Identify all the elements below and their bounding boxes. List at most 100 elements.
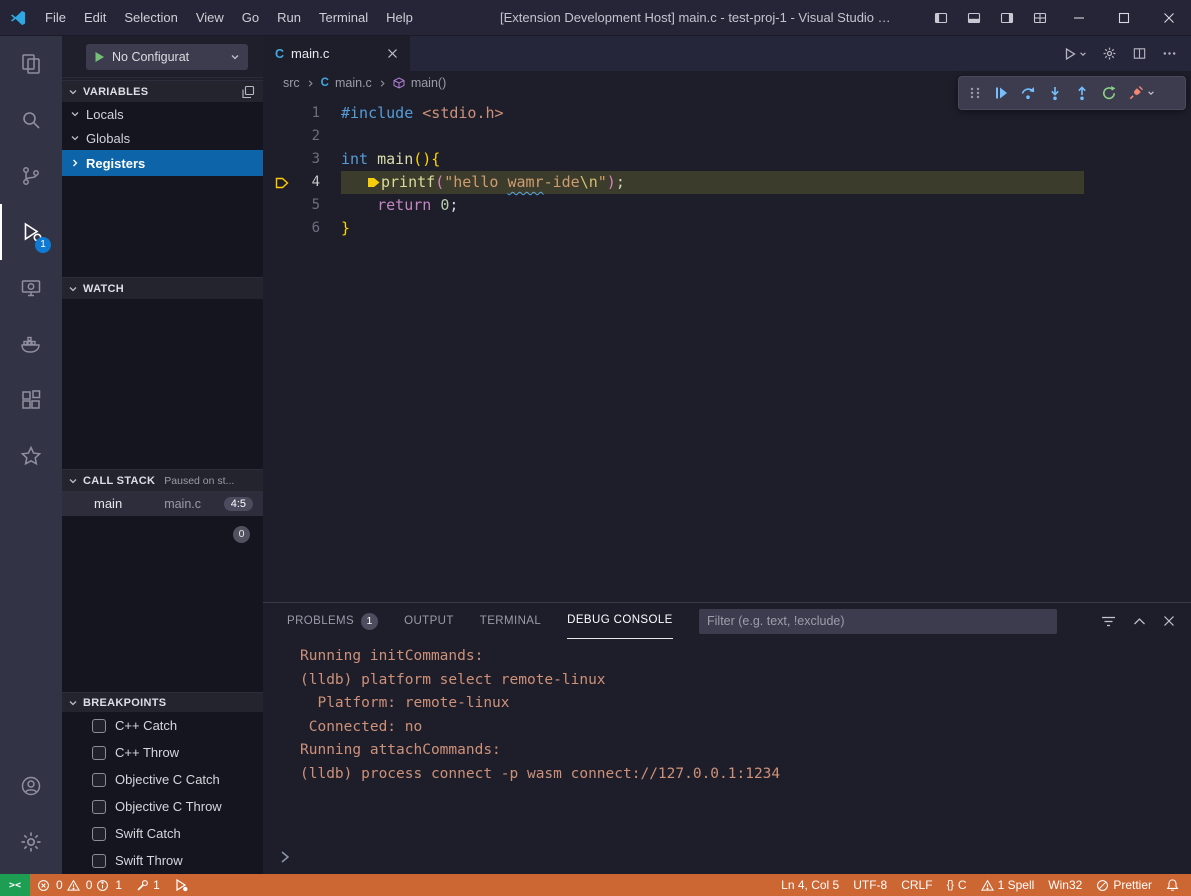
menu-edit[interactable]: Edit: [75, 0, 115, 35]
chevron-up-icon[interactable]: [1133, 617, 1146, 626]
sidebar-item-explorer[interactable]: [0, 36, 62, 92]
menu-file[interactable]: File: [36, 0, 75, 35]
breakpoint-item[interactable]: C++ Catch: [62, 712, 263, 739]
chevron-down-icon: [70, 133, 80, 143]
close-window-button[interactable]: [1146, 0, 1191, 36]
checkbox[interactable]: [92, 746, 106, 760]
watch-section-header[interactable]: WATCH: [62, 277, 263, 299]
frame-file: main.c: [164, 497, 201, 511]
formatter-status[interactable]: Prettier: [1089, 874, 1159, 896]
configure-button[interactable]: [1102, 46, 1117, 61]
callstack-frame-row[interactable]: main main.c 4:5: [62, 491, 263, 516]
sidebar-item-source-control[interactable]: [0, 148, 62, 204]
console-filter-input[interactable]: [699, 609, 1057, 634]
sidebar-item-extensions[interactable]: [0, 372, 62, 428]
menu-go[interactable]: Go: [233, 0, 268, 35]
sidebar-item-search[interactable]: [0, 92, 62, 148]
breakpoint-gutter[interactable]: [263, 125, 290, 148]
close-tab-icon[interactable]: [387, 48, 398, 59]
sidebar-item-run-and-debug[interactable]: 1: [0, 204, 62, 260]
tab-problems[interactable]: PROBLEMS 1: [287, 604, 378, 639]
remote-indicator[interactable]: ><: [0, 874, 30, 896]
checkbox[interactable]: [92, 854, 106, 868]
step-out-button[interactable]: [1074, 85, 1090, 101]
variables-scope-locals[interactable]: Locals: [62, 102, 263, 126]
filter-icon[interactable]: [1101, 615, 1116, 628]
tab-debug-console[interactable]: DEBUG CONSOLE: [567, 604, 673, 639]
checkbox[interactable]: [92, 719, 106, 733]
encoding-status[interactable]: UTF-8: [846, 874, 894, 896]
breadcrumb-folder[interactable]: src: [283, 76, 300, 90]
menu-help[interactable]: Help: [377, 0, 422, 35]
tab-terminal[interactable]: TERMINAL: [480, 604, 541, 639]
variables-section-header[interactable]: VARIABLES: [62, 80, 263, 102]
customize-layout-button[interactable]: [1023, 0, 1056, 36]
toggle-panel-button[interactable]: [957, 0, 990, 36]
console-input-prompt[interactable]: [279, 850, 291, 864]
notifications-button[interactable]: [1159, 874, 1191, 896]
checkbox[interactable]: [92, 773, 106, 787]
split-editor-button[interactable]: [1132, 46, 1147, 61]
minimize-button[interactable]: [1056, 0, 1101, 36]
problems-status[interactable]: 0 0 1: [30, 874, 129, 896]
menu-selection[interactable]: Selection: [115, 0, 186, 35]
toggle-primary-sidebar-button[interactable]: [924, 0, 957, 36]
sidebar-item-docker[interactable]: [0, 316, 62, 372]
sidebar-item-remote-explorer[interactable]: [0, 260, 62, 316]
sidebar-item-favorites[interactable]: [0, 428, 62, 484]
language-status[interactable]: {} C: [940, 874, 974, 896]
restart-button[interactable]: [1101, 85, 1117, 101]
tab-main-c[interactable]: C main.c: [263, 36, 410, 71]
console-line: Connected: no: [300, 716, 1191, 740]
checkbox[interactable]: [92, 800, 106, 814]
breakpoint-gutter[interactable]: [263, 217, 290, 240]
variables-title: VARIABLES: [83, 86, 148, 98]
breakpoint-item[interactable]: Swift Throw: [62, 847, 263, 874]
disconnect-button[interactable]: [1128, 85, 1155, 101]
close-panel-icon[interactable]: [1163, 615, 1175, 627]
chevron-right-icon: [306, 79, 315, 88]
menu-terminal[interactable]: Terminal: [310, 0, 377, 35]
toolbar-drag-handle[interactable]: [968, 85, 982, 101]
manage-button[interactable]: [0, 814, 62, 870]
spell-status[interactable]: 1 Spell: [974, 874, 1042, 896]
breakpoint-gutter[interactable]: [263, 194, 290, 217]
chevron-down-icon: [68, 698, 78, 708]
step-into-button[interactable]: [1047, 85, 1063, 101]
breadcrumb-symbol[interactable]: main(): [411, 76, 446, 90]
breakpoint-item[interactable]: Objective C Throw: [62, 793, 263, 820]
line-col-status[interactable]: Ln 4, Col 5: [774, 874, 846, 896]
breadcrumb-file[interactable]: main.c: [335, 76, 372, 90]
breakpoints-section-header[interactable]: BREAKPOINTS: [62, 692, 263, 712]
breakpoint-item[interactable]: C++ Throw: [62, 739, 263, 766]
continue-button[interactable]: [993, 85, 1009, 101]
breakpoint-item[interactable]: Objective C Catch: [62, 766, 263, 793]
tab-output[interactable]: OUTPUT: [404, 604, 454, 639]
eol-status[interactable]: CRLF: [894, 874, 939, 896]
variables-scope-globals[interactable]: Globals: [62, 126, 263, 150]
platform-status[interactable]: Win32: [1041, 874, 1089, 896]
breakpoint-gutter[interactable]: [263, 148, 290, 171]
more-actions-button[interactable]: [1162, 46, 1177, 61]
variables-scope-registers[interactable]: Registers: [62, 150, 263, 176]
accounts-button[interactable]: [0, 758, 62, 814]
run-or-debug-button[interactable]: [1063, 47, 1087, 61]
collapse-all-icon[interactable]: [241, 85, 255, 99]
breakpoint-gutter[interactable]: [263, 102, 290, 125]
checkbox[interactable]: [92, 827, 106, 841]
menu-run[interactable]: Run: [268, 0, 310, 35]
maximize-button[interactable]: [1101, 0, 1146, 36]
breakpoint-gutter[interactable]: [263, 171, 290, 194]
debug-sessions-badge: 1: [35, 237, 51, 253]
tools-status[interactable]: 1: [129, 874, 167, 896]
code-line: 6 }: [263, 217, 1191, 240]
menu-view[interactable]: View: [187, 0, 233, 35]
toggle-secondary-sidebar-button[interactable]: [990, 0, 1023, 36]
breakpoint-item[interactable]: Swift Catch: [62, 820, 263, 847]
debug-config-select[interactable]: No Configurat: [86, 44, 248, 70]
callstack-section-header[interactable]: CALL STACK Paused on st...: [62, 469, 263, 491]
debug-status[interactable]: [167, 874, 195, 896]
code-editor[interactable]: 1 #include <stdio.h> 2 3 int main(){ 4 p…: [263, 102, 1191, 602]
step-over-button[interactable]: [1020, 85, 1036, 101]
activity-bar-bottom: [0, 758, 62, 870]
